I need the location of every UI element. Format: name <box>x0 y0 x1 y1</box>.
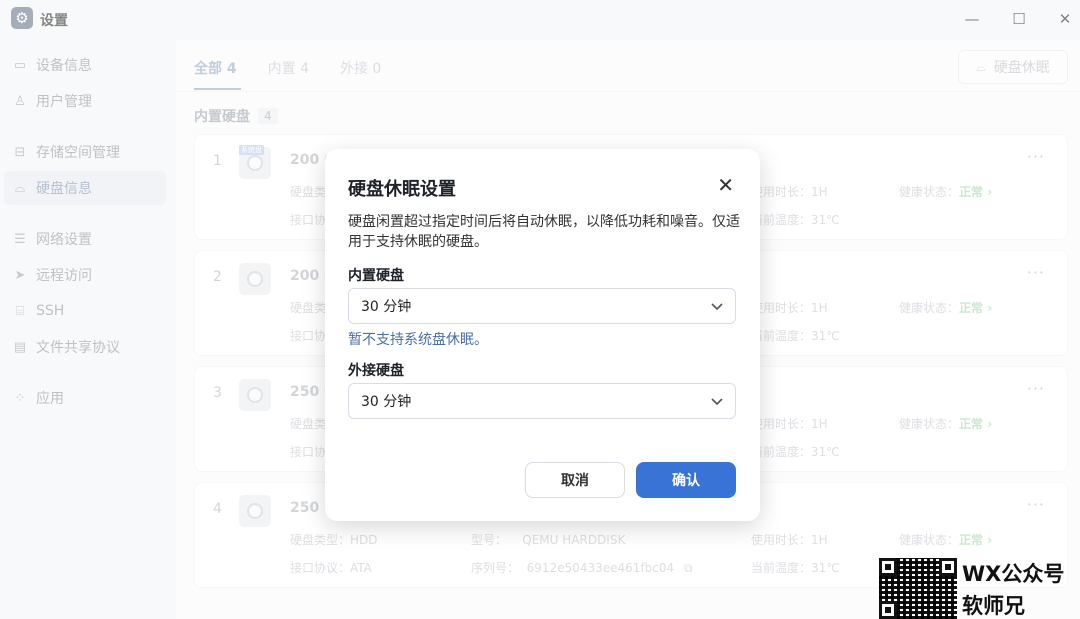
external-disk-value: 30 分钟 <box>361 394 412 410</box>
watermark: WX公众号 软师兄 <box>879 556 1080 619</box>
internal-disk-value: 30 分钟 <box>361 299 412 315</box>
external-disk-label: 外接硬盘 <box>348 363 404 379</box>
qr-code-image <box>879 558 957 619</box>
internal-disk-select[interactable]: 30 分钟 <box>348 288 736 324</box>
confirm-button[interactable]: 确认 <box>636 462 736 498</box>
dialog-title: 硬盘休眠设置 <box>348 179 456 200</box>
chevron-down-icon <box>711 398 723 406</box>
watermark-text: 软师兄 <box>962 594 1025 618</box>
close-icon[interactable]: ✕ <box>717 175 734 195</box>
external-disk-select[interactable]: 30 分钟 <box>348 383 736 419</box>
dialog-description: 硬盘闲置超过指定时间后将自动休眠，以降低功耗和噪音。仅适用于支持休眠的硬盘。 <box>348 214 740 250</box>
internal-disk-label: 内置硬盘 <box>348 268 404 284</box>
disk-sleep-dialog: 硬盘休眠设置 ✕ 硬盘闲置超过指定时间后将自动休眠，以降低功耗和噪音。仅适用于支… <box>325 149 760 521</box>
watermark-text: WX公众号 <box>962 562 1065 586</box>
cancel-button[interactable]: 取消 <box>525 462 625 498</box>
internal-disk-hint: 暂不支持系统盘休眠。 <box>348 332 488 348</box>
chevron-down-icon <box>711 303 723 311</box>
